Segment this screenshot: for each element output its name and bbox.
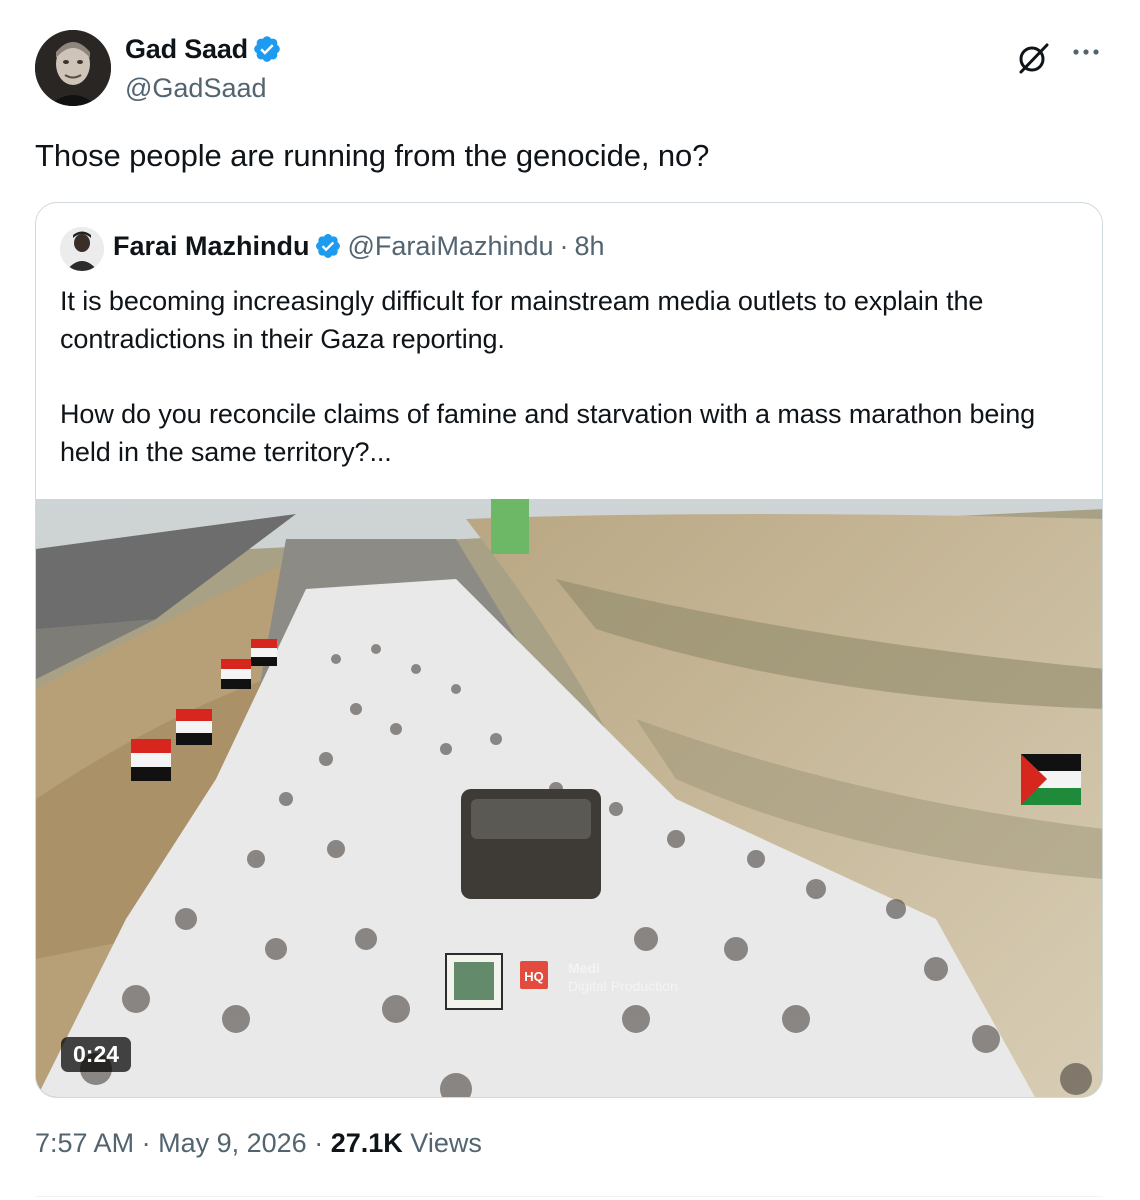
quoted-tweet-text: It is becoming increasingly difficult fo… (60, 283, 1080, 471)
watermark-line-2: Digital Production (568, 978, 678, 994)
views-count: 27.1K (330, 1128, 403, 1158)
verified-icon (314, 232, 342, 260)
posted-date[interactable]: May 9, 2026 (158, 1128, 307, 1158)
views-label: Views (410, 1128, 482, 1158)
author-name[interactable]: Gad Saad (125, 34, 282, 65)
grok-icon[interactable] (1015, 40, 1051, 76)
author-handle[interactable]: @GadSaad (125, 73, 267, 104)
quoted-tweet-card[interactable]: Farai Mazhindu @FaraiMazhindu · 8h It is be… (35, 202, 1103, 1098)
separator-dot: · (559, 231, 569, 261)
separator-dot: · (141, 1128, 151, 1158)
quoted-author-avatar (60, 227, 104, 271)
quoted-author-name[interactable]: Farai Mazhindu (113, 231, 310, 261)
author-avatar[interactable] (35, 30, 111, 106)
tweet-meta: 7:57 AM · May 9, 2026 · 27.1K Views (35, 1128, 482, 1159)
watermark-line-1: Medi (568, 960, 600, 976)
watermark-badge: HQ (524, 969, 544, 984)
quoted-author-handle[interactable]: @FaraiMazhindu (348, 231, 554, 261)
divider (35, 1196, 1103, 1197)
more-options-icon[interactable] (1068, 38, 1104, 68)
quoted-post-age: 8h (574, 231, 605, 261)
tweet-text: Those people are running from the genoci… (35, 138, 710, 173)
quoted-video[interactable]: HQ Medi Digital Production 0:24 (36, 499, 1102, 1097)
author-name-text: Gad Saad (125, 34, 248, 64)
posted-time[interactable]: 7:57 AM (35, 1128, 134, 1158)
video-frame: HQ Medi Digital Production (36, 499, 1102, 1097)
verified-icon[interactable] (252, 34, 282, 64)
video-duration: 0:24 (61, 1037, 132, 1072)
quoted-paragraph-2: How do you reconcile claims of famine an… (60, 399, 1036, 467)
separator-dot: · (314, 1128, 324, 1158)
quoted-paragraph-1: It is becoming increasingly difficult fo… (60, 286, 984, 354)
quoted-header: Farai Mazhindu @FaraiMazhindu · 8h (113, 231, 605, 262)
